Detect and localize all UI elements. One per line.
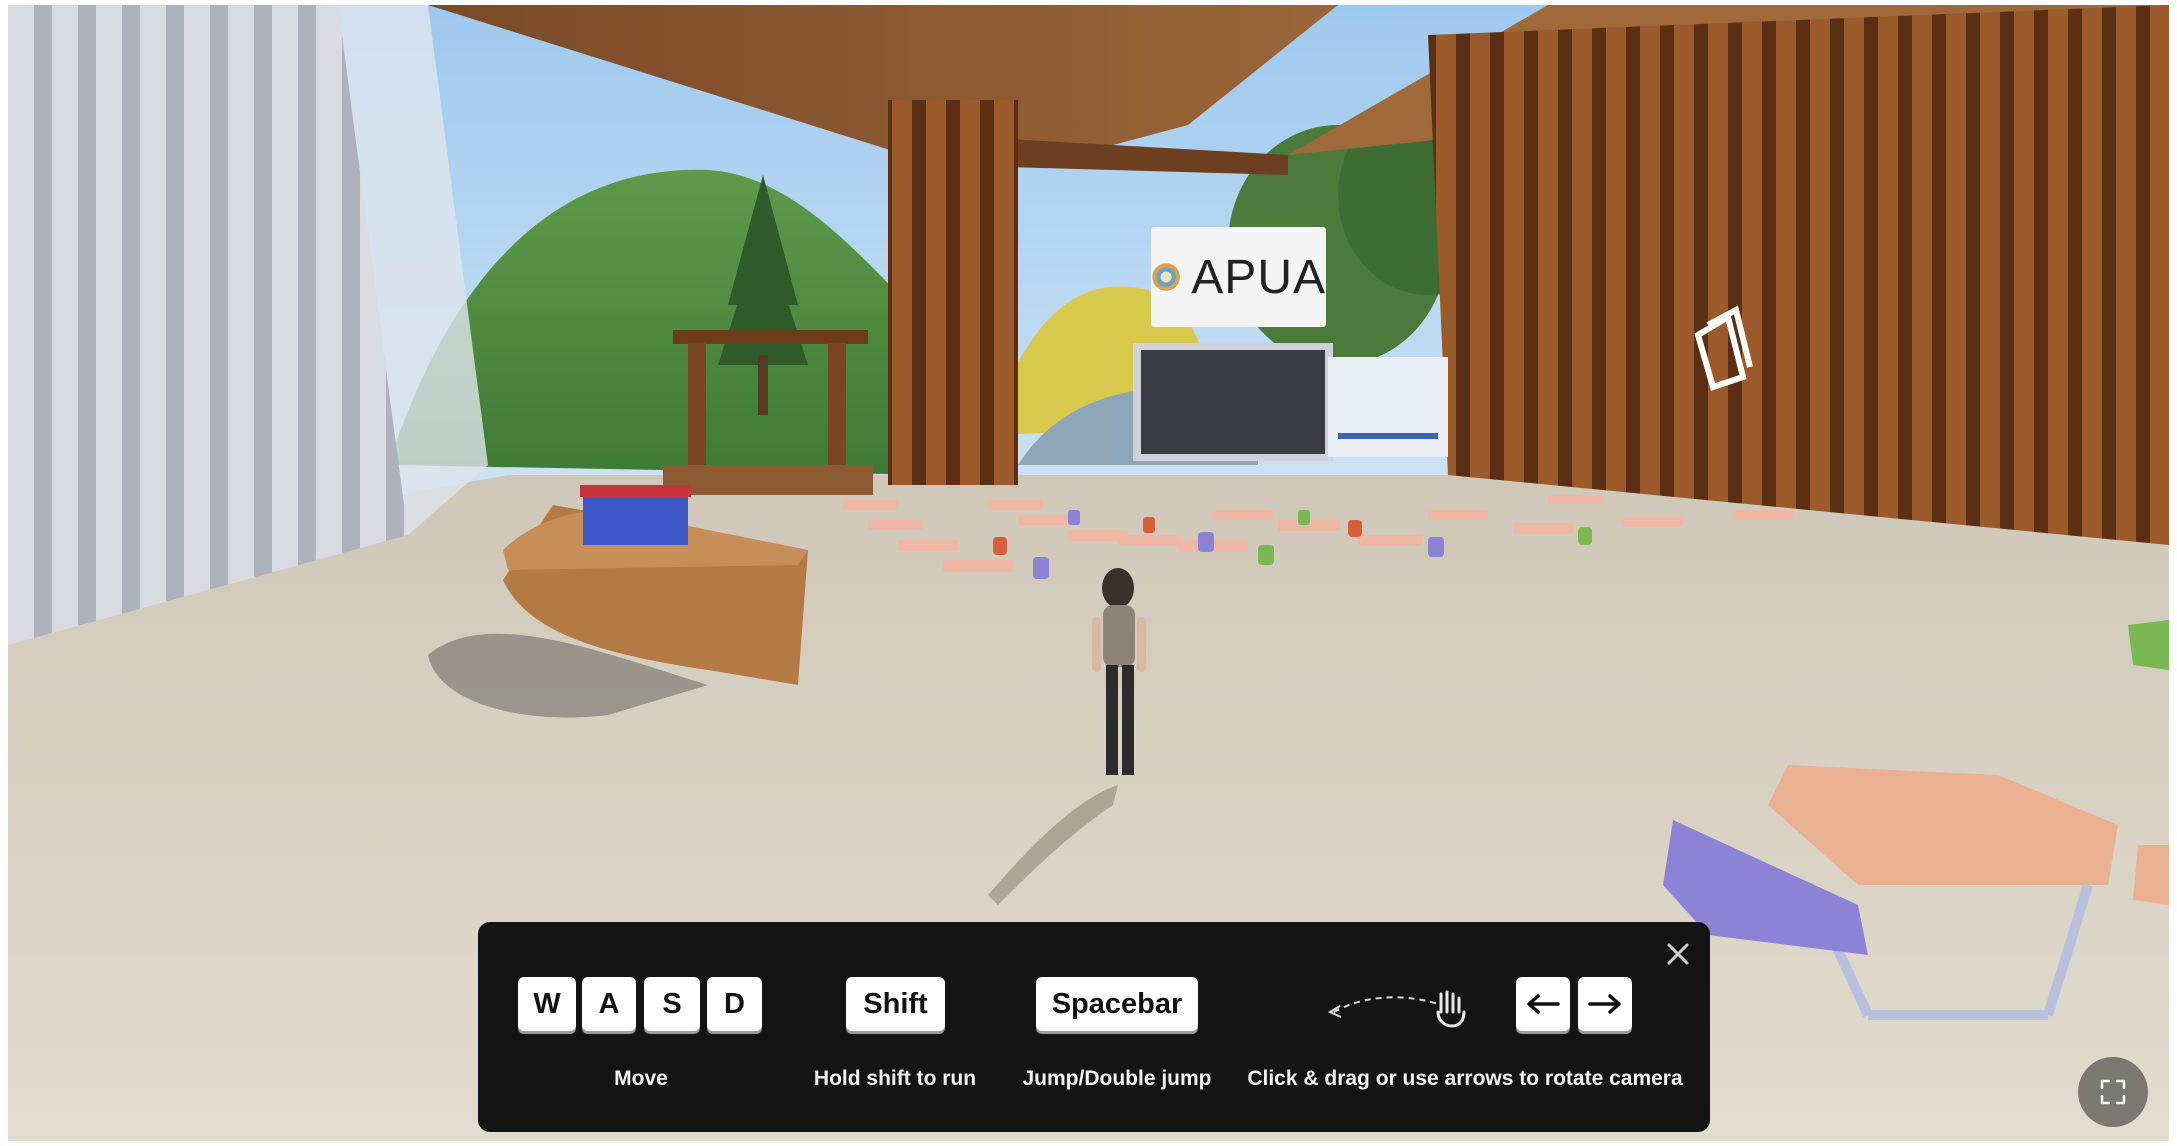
right-wall [1428, 5, 2169, 545]
caption-camera: Click & drag or use arrows to rotate cam… [1247, 1067, 1683, 1090]
pavilion-base [663, 465, 873, 495]
board-screen [1141, 350, 1325, 454]
apua-sign-text: APUA [1191, 250, 1326, 304]
pavilion-roof [673, 330, 868, 344]
edge-table [2133, 845, 2169, 905]
cooler-box [583, 490, 688, 545]
cooler-lid [580, 485, 691, 497]
pavilion-post [688, 343, 706, 473]
key-w: W [518, 977, 576, 1031]
fullscreen-icon[interactable] [2099, 1078, 2127, 1106]
key-d: D [707, 977, 762, 1031]
close-icon[interactable] [1658, 934, 1698, 974]
controls-help-panel: W A S D Shift Spacebar Move Hold shift t… [478, 922, 1710, 1132]
apua-emblem-icon [1152, 263, 1180, 291]
pavilion-post [828, 343, 846, 473]
key-a: A [582, 977, 636, 1031]
arrow-left-icon [1527, 994, 1560, 1014]
hand-drag-icon [1327, 990, 1466, 1028]
caption-move: Move [614, 1067, 668, 1090]
key-spacebar: Spacebar [1036, 977, 1198, 1031]
info-board [1328, 357, 1448, 457]
edge-chair [2128, 620, 2169, 670]
key-s: S [644, 977, 700, 1031]
arrow-right-icon [1588, 994, 1621, 1014]
key-shift: Shift [846, 977, 945, 1031]
pine-trunk [758, 355, 768, 415]
key-arrow-left [1516, 977, 1570, 1031]
game-viewport[interactable]: APUA W A S D Shift Spacebar Move Hold sh… [8, 5, 2169, 1141]
center-pillar [888, 100, 1018, 485]
caption-run: Hold shift to run [813, 1067, 977, 1090]
caption-jump: Jump/Double jump [1022, 1067, 1212, 1090]
left-wall [8, 5, 408, 645]
info-board-bar [1338, 433, 1438, 439]
close-button[interactable] [1658, 934, 1698, 974]
key-arrow-right [1578, 977, 1632, 1031]
fullscreen-button[interactable] [2078, 1057, 2148, 1127]
apua-sign: APUA [1151, 227, 1326, 327]
